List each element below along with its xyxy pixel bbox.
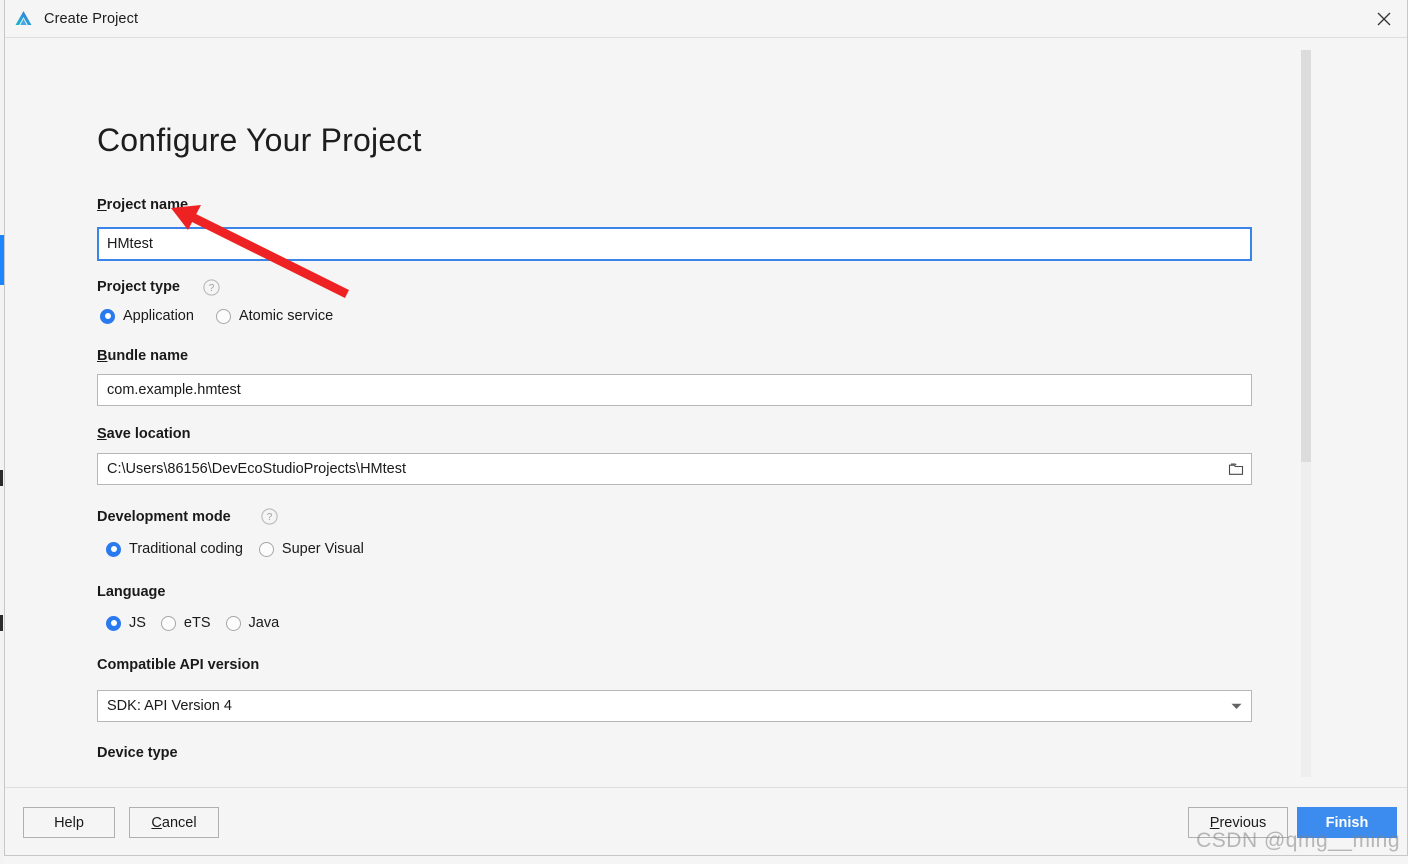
development-mode-option-traditional-coding[interactable]: Traditional coding <box>106 541 243 557</box>
cancel-mnemonic: C <box>151 814 162 831</box>
project-type-option-application[interactable]: Application <box>100 308 194 324</box>
dialog-footer: Help Cancel Previous Finish <box>5 787 1407 855</box>
cancel-rest: ancel <box>161 814 197 831</box>
project-name-label-mnemonic: P <box>97 197 107 213</box>
radio-label: Application <box>123 308 194 324</box>
radio-label: Traditional coding <box>129 541 243 557</box>
window-title: Create Project <box>44 10 139 27</box>
language-option-ets[interactable]: eTS <box>160 615 211 631</box>
compatible-api-version-select[interactable]: SDK: API Version 4 <box>97 690 1252 722</box>
save-location-field <box>97 453 1252 485</box>
project-name-label: Project name <box>97 197 188 213</box>
language-label: Language <box>97 584 166 600</box>
project-config-form: Configure Your Project Project name Proj… <box>5 38 1295 787</box>
radio-label: Java <box>248 615 280 631</box>
radio-dot <box>160 615 176 631</box>
project-name-input[interactable] <box>97 227 1252 261</box>
close-icon[interactable] <box>1361 0 1407 37</box>
radio-dot <box>106 615 121 631</box>
help-question-icon[interactable]: ? <box>261 508 278 525</box>
project-type-option-atomic-service[interactable]: Atomic service <box>215 308 334 324</box>
language-radio-group: JS eTS Java <box>106 615 279 631</box>
previous-mnemonic: P <box>1209 814 1220 831</box>
development-mode-label: Development mode <box>97 509 231 525</box>
development-mode-radio-group: Traditional coding Super Visual <box>106 541 364 557</box>
chevron-down-icon <box>1221 703 1251 710</box>
radio-dot <box>258 541 274 557</box>
previous-button[interactable]: Previous <box>1188 807 1288 838</box>
radio-dot <box>215 308 231 324</box>
background-strip <box>0 470 3 486</box>
development-mode-option-super-visual[interactable]: Super Visual <box>258 541 364 557</box>
language-option-java[interactable]: Java <box>225 615 280 631</box>
save-location-label: Save location <box>97 426 190 442</box>
compatible-api-version-label: Compatible API version <box>97 657 260 673</box>
save-location-label-mnemonic: S <box>97 426 107 442</box>
bundle-name-label: Bundle name <box>97 348 188 364</box>
project-name-label-rest: roject name <box>106 197 189 213</box>
page-title: Configure Your Project <box>97 122 422 158</box>
finish-button[interactable]: Finish <box>1297 807 1397 838</box>
radio-label: Atomic service <box>238 308 334 324</box>
bundle-name-input[interactable] <box>97 374 1252 406</box>
radio-label: JS <box>129 615 146 631</box>
dialog-content: Configure Your Project Project name Proj… <box>5 38 1407 787</box>
help-question-icon[interactable]: ? <box>203 279 220 296</box>
radio-dot <box>106 541 121 557</box>
radio-dot <box>100 308 115 324</box>
project-type-label: Project type <box>97 279 180 295</box>
save-location-input[interactable] <box>97 453 1252 485</box>
folder-icon[interactable] <box>1221 454 1251 484</box>
svg-text:?: ? <box>267 512 273 523</box>
form-scrollbar-thumb[interactable] <box>1301 50 1311 462</box>
radio-label: eTS <box>183 615 211 631</box>
svg-text:?: ? <box>209 283 215 294</box>
cancel-button[interactable]: Cancel <box>129 807 219 838</box>
title-bar: Create Project <box>5 0 1407 38</box>
form-scrollbar-track[interactable] <box>1301 50 1311 777</box>
language-option-js[interactable]: JS <box>106 615 146 631</box>
previous-rest: revious <box>1219 814 1267 831</box>
device-type-label: Device type <box>97 745 178 761</box>
deveco-triangle-logo-icon <box>15 11 32 25</box>
compatible-api-version-value: SDK: API Version 4 <box>107 698 232 714</box>
radio-label: Super Visual <box>281 541 364 557</box>
radio-dot <box>225 615 241 631</box>
save-location-label-rest: ave location <box>106 426 191 442</box>
bundle-name-label-rest: undle name <box>107 348 189 364</box>
help-button[interactable]: Help <box>23 807 115 838</box>
background-strip <box>0 615 3 631</box>
create-project-dialog: Create Project Configure Your Project Pr… <box>4 0 1408 856</box>
bundle-name-label-mnemonic: B <box>97 348 108 364</box>
project-type-radio-group: Application Atomic service <box>100 308 333 324</box>
